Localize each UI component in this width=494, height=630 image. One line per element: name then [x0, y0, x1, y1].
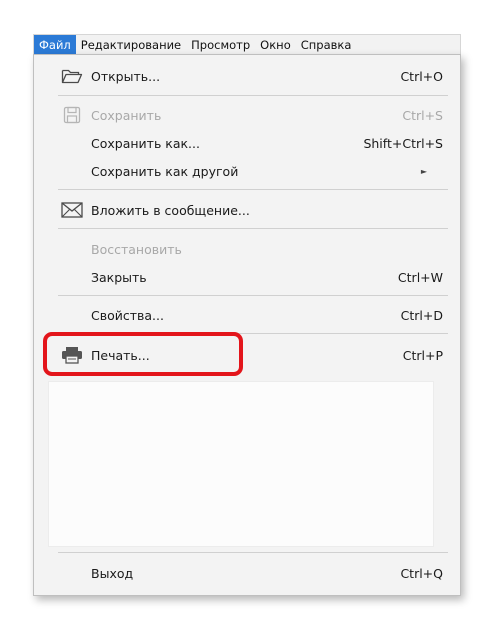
menu-item-open[interactable]: Открыть... Ctrl+O	[34, 63, 460, 89]
file-menu-dropdown: Открыть... Ctrl+O Сохранить Ctrl+S Сохра…	[33, 54, 461, 596]
menu-item-shortcut: Ctrl+O	[400, 68, 443, 84]
menu-item-shortcut: Ctrl+S	[402, 107, 443, 123]
menu-bar: Файл Редактирование Просмотр Окно Справк…	[33, 34, 461, 54]
menu-edit[interactable]: Редактирование	[76, 35, 186, 54]
menu-item-shortcut: Ctrl+D	[400, 307, 443, 323]
menu-file[interactable]: Файл	[34, 35, 76, 54]
menu-item-label: Выход	[91, 565, 134, 581]
menu-item-label: Свойства...	[91, 307, 164, 323]
menu-item-label: Сохранить как...	[91, 135, 200, 151]
menu-window[interactable]: Окно	[255, 35, 296, 54]
menu-item-save-as[interactable]: Сохранить как... Shift+Ctrl+S	[34, 130, 460, 156]
menu-item-shortcut: Ctrl+Q	[400, 565, 443, 581]
recent-files-panel	[48, 381, 434, 547]
menu-item-exit[interactable]: Выход Ctrl+Q	[34, 560, 460, 586]
menu-item-label: Вложить в сообщение...	[91, 202, 250, 218]
menu-item-label: Закрыть	[91, 269, 147, 285]
separator	[58, 552, 448, 553]
menu-view[interactable]: Просмотр	[186, 35, 255, 54]
menu-item-label: Сохранить	[91, 107, 162, 123]
menu-item-save: Сохранить Ctrl+S	[34, 102, 460, 128]
menu-item-label: Открыть...	[91, 68, 161, 84]
separator	[58, 295, 448, 296]
menu-item-close[interactable]: Закрыть Ctrl+W	[34, 264, 460, 290]
menu-help[interactable]: Справка	[296, 35, 357, 54]
menu-item-label: Восстановить	[91, 241, 182, 257]
menu-item-properties[interactable]: Свойства... Ctrl+D	[34, 302, 460, 328]
menu-item-shortcut: Ctrl+W	[397, 269, 443, 285]
menu-item-save-as-other[interactable]: Сохранить как другой ►	[34, 158, 460, 184]
menu-item-attach[interactable]: Вложить в сообщение...	[34, 197, 460, 223]
save-icon	[60, 105, 84, 125]
separator	[58, 228, 448, 229]
envelope-icon	[60, 200, 84, 220]
menu-item-label: Сохранить как другой	[91, 163, 239, 179]
menu-item-revert: Восстановить	[34, 236, 460, 262]
menu-item-shortcut: Ctrl+P	[402, 347, 443, 363]
menu-item-shortcut: Shift+Ctrl+S	[363, 135, 443, 151]
folder-open-icon	[60, 66, 84, 86]
print-highlight-annotation	[43, 332, 243, 376]
separator	[58, 189, 448, 190]
submenu-arrow-icon: ►	[420, 166, 427, 176]
separator	[58, 95, 448, 96]
